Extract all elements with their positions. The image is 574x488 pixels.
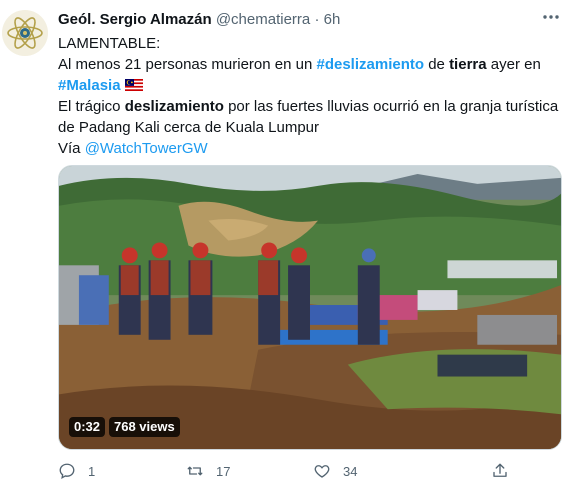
share-icon xyxy=(493,463,507,477)
text-span: por las fuertes lluvias ocurrió en la gr… xyxy=(223,98,559,115)
video-player[interactable]: 0:32 768 views xyxy=(58,165,562,450)
text-line: LAMENTABLE: xyxy=(58,35,161,52)
hashtag-deslizamiento[interactable]: #deslizamiento xyxy=(316,56,424,73)
text-span: ayer en xyxy=(486,56,541,73)
like-count: 34 xyxy=(343,463,358,479)
heart-icon xyxy=(314,465,330,478)
text-span: Al menos 21 personas murieron en un xyxy=(58,56,317,73)
tweet-header: Geól. Sergio Almazán @chematierra · 6h xyxy=(58,11,340,28)
tweet-actions: 1 17 34 xyxy=(58,462,558,482)
reply-icon xyxy=(59,463,75,480)
timestamp[interactable]: 6h xyxy=(324,11,341,28)
text-line: Vía @WatchTowerGW xyxy=(58,138,563,159)
author-handle[interactable]: @chematierra xyxy=(216,11,310,28)
video-duration-badge: 0:32 xyxy=(69,417,106,437)
video-views-badge: 768 views xyxy=(109,417,180,437)
malaysia-flag-icon xyxy=(124,79,143,91)
more-button[interactable] xyxy=(540,6,562,28)
reply-count: 1 xyxy=(88,463,96,479)
text-line: de Padang Kali cerca de Kuala Lumpur xyxy=(58,119,320,136)
avatar[interactable] xyxy=(2,10,48,56)
reply-button[interactable]: 1 xyxy=(58,462,95,480)
text-span: El trágico xyxy=(58,98,125,115)
atom-logo-icon xyxy=(2,10,48,56)
retweet-button[interactable]: 17 xyxy=(186,462,230,480)
text-line: El trágico deslizamiento por las fuertes… xyxy=(58,96,563,117)
like-button[interactable]: 34 xyxy=(313,462,357,480)
bold-term: deslizamiento xyxy=(124,98,224,115)
tweet-text: LAMENTABLE: Al menos 21 personas muriero… xyxy=(58,33,563,159)
video-thumbnail xyxy=(59,166,561,449)
text-line: #Malasia xyxy=(58,75,563,96)
separator: · xyxy=(314,11,320,28)
text-line: Al menos 21 personas murieron en un #des… xyxy=(58,54,563,75)
author-name[interactable]: Geól. Sergio Almazán xyxy=(58,11,212,28)
text-span: de xyxy=(424,56,450,73)
hashtag-malasia[interactable]: #Malasia xyxy=(58,77,121,94)
mention-link[interactable]: @WatchTowerGW xyxy=(85,140,208,157)
share-button[interactable] xyxy=(491,462,509,480)
retweet-icon xyxy=(187,466,203,476)
more-dots-icon xyxy=(543,15,559,19)
tweet-card[interactable]: Geól. Sergio Almazán @chematierra · 6h L… xyxy=(0,0,574,488)
bold-term: tierra xyxy=(449,56,487,73)
text-span: Vía xyxy=(58,140,85,157)
retweet-count: 17 xyxy=(216,463,231,479)
